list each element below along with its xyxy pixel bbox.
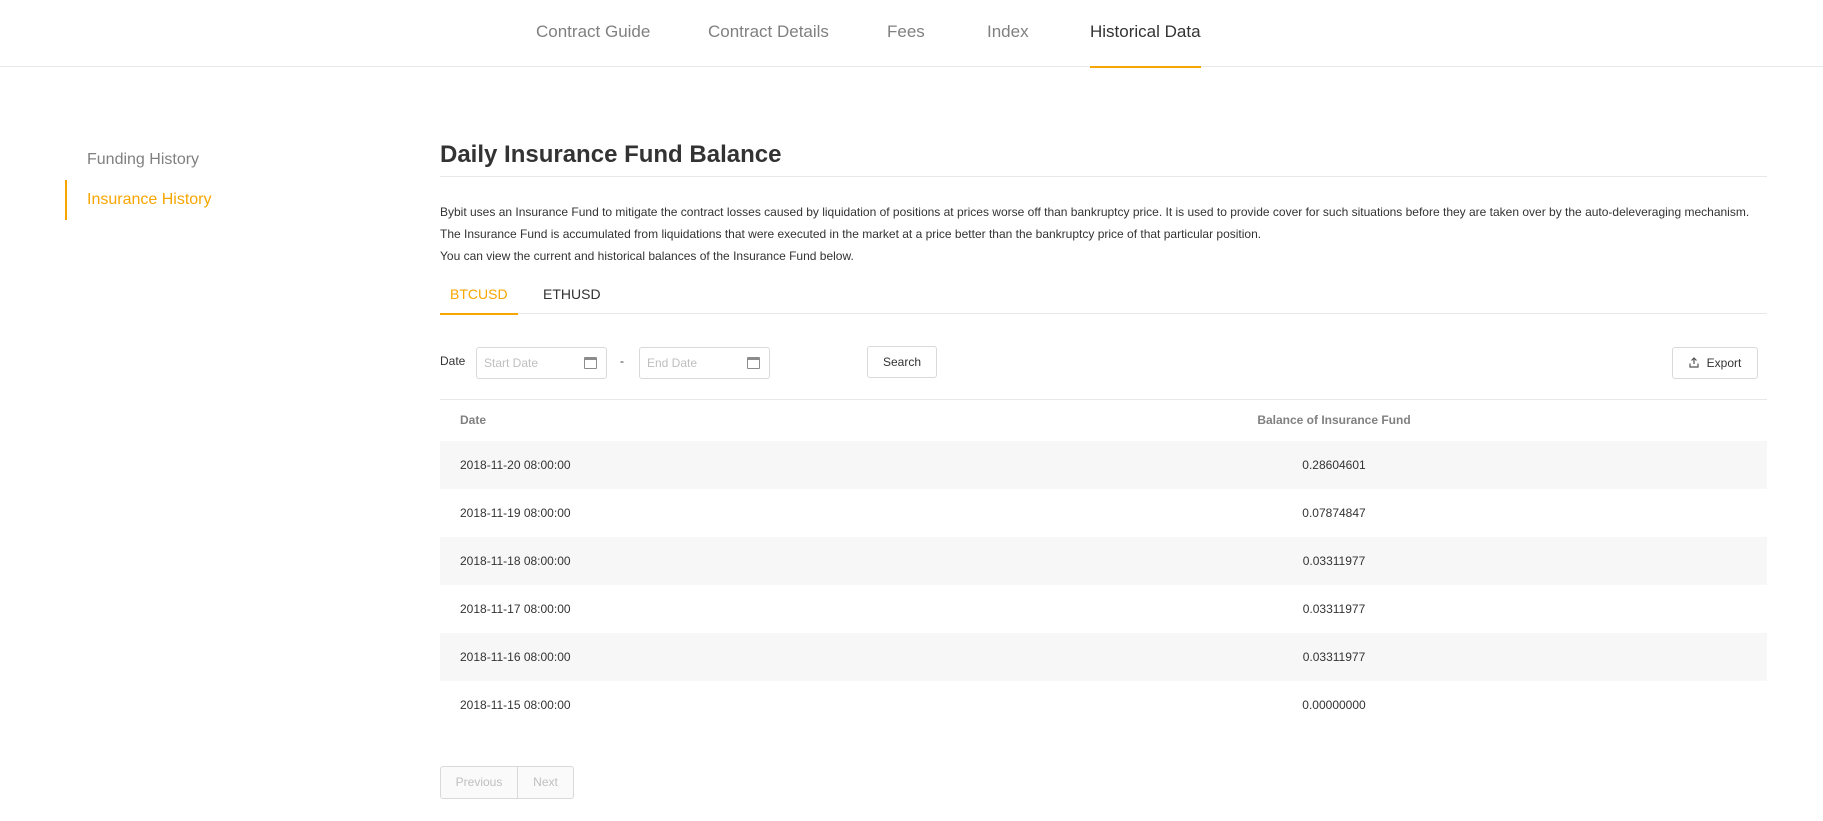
description-line: Bybit uses an Insurance Fund to mitigate… (440, 205, 1750, 219)
column-header-balance: Balance of Insurance Fund (1254, 399, 1414, 441)
table-row: 2018-11-15 08:00:00 0.00000000 (440, 681, 1767, 729)
insurance-fund-table: Date Balance of Insurance Fund 2018-11-2… (440, 399, 1767, 729)
sidebar: Funding History Insurance History (65, 140, 365, 220)
tab-index[interactable]: Index (987, 0, 1029, 67)
sidebar-item-insurance-history[interactable]: Insurance History (65, 180, 365, 220)
start-date-input[interactable]: Start Date (476, 347, 607, 379)
search-button[interactable]: Search (867, 346, 937, 378)
pagination: Previous Next (440, 766, 574, 799)
top-nav: Contract Guide Contract Details Fees Ind… (0, 0, 1823, 68)
tab-fees[interactable]: Fees (887, 0, 925, 67)
tab-historical-data[interactable]: Historical Data (1090, 0, 1201, 68)
page-title: Daily Insurance Fund Balance (440, 140, 1767, 177)
column-header-spacer (1414, 399, 1767, 441)
cell-date: 2018-11-15 08:00:00 (460, 697, 571, 712)
end-date-input[interactable]: End Date (639, 347, 770, 379)
description: Bybit uses an Insurance Fund to mitigate… (440, 201, 1767, 267)
cell-date: 2018-11-20 08:00:00 (440, 440, 1254, 489)
column-header-date: Date (440, 399, 1254, 441)
cell-date: 2018-11-17 08:00:00 (460, 601, 571, 616)
date-label: Date (440, 354, 466, 368)
end-date-placeholder: End Date (647, 356, 698, 370)
main-content: Daily Insurance Fund Balance Bybit uses … (440, 140, 1767, 799)
cell-balance: 0.07874847 (1302, 505, 1366, 520)
cell-balance: 0.03311977 (1302, 601, 1366, 616)
cell-balance: 0.03311977 (1254, 632, 1414, 681)
date-separator: - (620, 354, 624, 368)
cell-date: 2018-11-19 08:00:00 (460, 505, 571, 520)
cell-date: 2018-11-16 08:00:00 (440, 632, 1254, 681)
tab-btcusd[interactable]: BTCUSD (440, 276, 518, 315)
table-row: 2018-11-17 08:00:00 0.03311977 (440, 585, 1767, 633)
table-row: 2018-11-18 08:00:00 0.03311977 (440, 536, 1767, 585)
table-row: 2018-11-16 08:00:00 0.03311977 (440, 632, 1767, 681)
export-button[interactable]: Export (1672, 347, 1758, 379)
table-row: 2018-11-19 08:00:00 0.07874847 (440, 489, 1767, 537)
cell-balance: 0.00000000 (1302, 697, 1366, 712)
filters: Date Start Date - End Date Search Export (440, 314, 1767, 399)
cell-date: 2018-11-18 08:00:00 (440, 536, 1254, 585)
tab-ethusd[interactable]: ETHUSD (543, 276, 601, 314)
description-line: You can view the current and historical … (440, 249, 854, 263)
tab-contract-details[interactable]: Contract Details (708, 0, 829, 67)
start-date-placeholder: Start Date (484, 356, 539, 370)
calendar-icon (747, 357, 760, 369)
table-row: 2018-11-20 08:00:00 0.28604601 (440, 440, 1767, 489)
previous-button[interactable]: Previous (440, 766, 518, 799)
export-label: Export (1706, 356, 1742, 370)
export-icon (1689, 349, 1699, 368)
sidebar-item-funding-history[interactable]: Funding History (65, 140, 365, 180)
tab-contract-guide[interactable]: Contract Guide (536, 0, 650, 67)
cell-balance: 0.28604601 (1254, 440, 1414, 489)
calendar-icon (584, 357, 597, 369)
next-button[interactable]: Next (518, 766, 574, 799)
table-header-row: Date Balance of Insurance Fund (440, 399, 1767, 441)
cell-balance: 0.03311977 (1254, 536, 1414, 585)
symbol-tabs: BTCUSD ETHUSD (440, 276, 1767, 315)
description-line: The Insurance Fund is accumulated from l… (440, 227, 1262, 241)
